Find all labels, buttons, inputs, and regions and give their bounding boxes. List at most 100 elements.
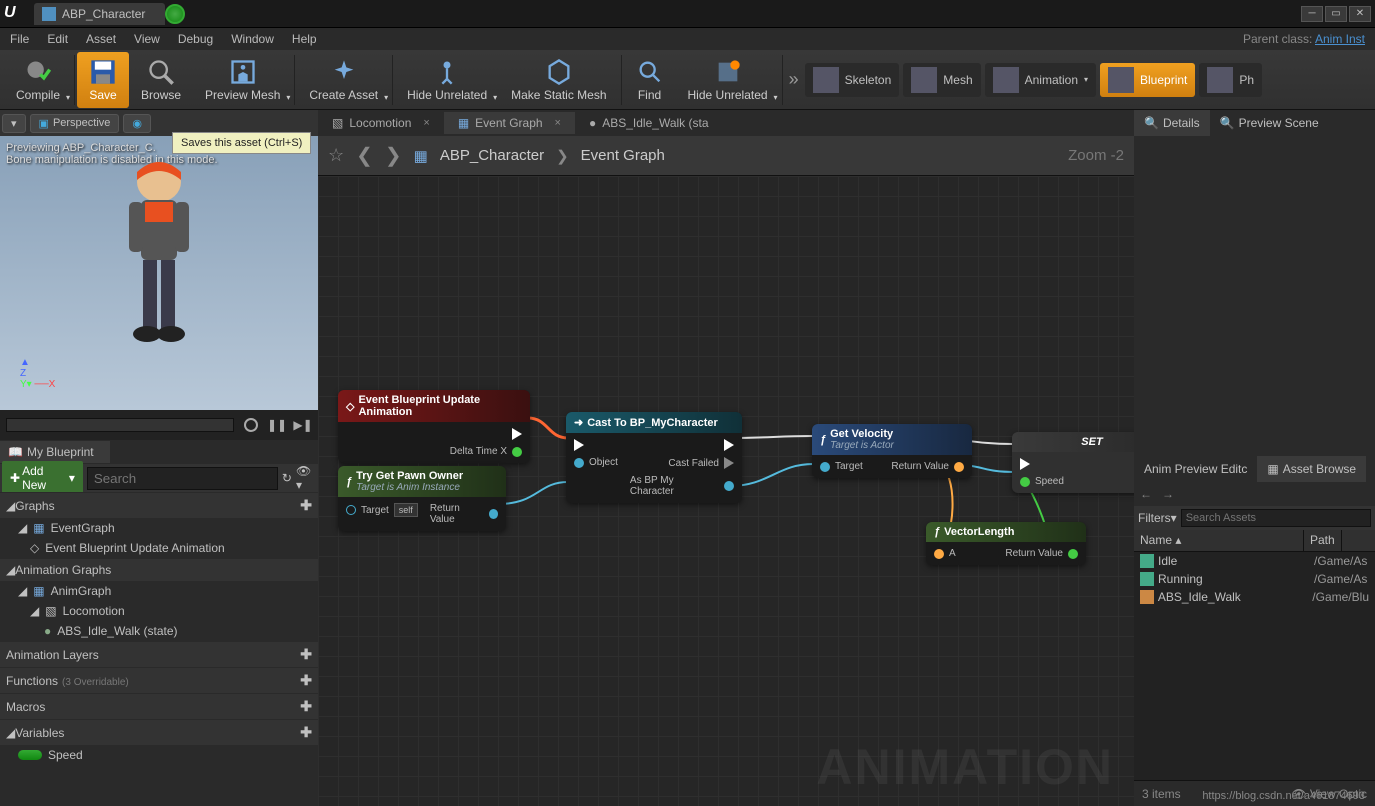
- browser-list[interactable]: Idle/Game/As Running/Game/As ABS_Idle_Wa…: [1134, 552, 1375, 780]
- menu-debug[interactable]: Debug: [178, 32, 213, 46]
- mode-blueprint[interactable]: Blueprint: [1100, 63, 1195, 97]
- preview-mesh-button[interactable]: Preview Mesh▾: [193, 52, 292, 108]
- cast-failed-pin[interactable]: Cast Failed: [668, 457, 734, 469]
- compile-button[interactable]: Compile▾: [4, 52, 72, 108]
- speed-in-pin[interactable]: Speed: [1020, 476, 1064, 487]
- perspective-button[interactable]: ▣Perspective: [30, 114, 120, 133]
- tree-abs-idle-walk[interactable]: ●ABS_Idle_Walk (state): [0, 621, 318, 641]
- add-graph-icon[interactable]: ✚: [300, 497, 312, 514]
- tree-locomotion[interactable]: ◢▧Locomotion: [0, 601, 318, 621]
- graphs-category[interactable]: ◢Graphs✚: [0, 493, 318, 518]
- col-name[interactable]: Name ▴: [1134, 530, 1304, 551]
- anim-graphs-category[interactable]: ◢Animation Graphs: [0, 559, 318, 581]
- timeline-track[interactable]: [6, 418, 234, 432]
- return-pin[interactable]: Return Value: [891, 461, 964, 472]
- search-clear-icon[interactable]: ↻: [282, 471, 292, 485]
- menu-help[interactable]: Help: [292, 32, 317, 46]
- tab-event-graph[interactable]: ▦Event Graph×: [444, 112, 575, 134]
- menu-file[interactable]: File: [10, 32, 29, 46]
- save-button[interactable]: Save: [77, 52, 129, 108]
- exec-out-pin[interactable]: [724, 439, 734, 451]
- functions-category[interactable]: Functions(3 Overridable)✚: [0, 668, 318, 693]
- add-function-icon[interactable]: ✚: [300, 672, 312, 689]
- my-blueprint-tree[interactable]: ◢Graphs✚ ◢▦EventGraph ◇Event Blueprint U…: [0, 492, 318, 806]
- my-blueprint-tab[interactable]: 📖 My Blueprint: [0, 441, 110, 463]
- tab-preview-scene[interactable]: 🔍 Preview Scene: [1210, 110, 1329, 136]
- a-pin[interactable]: A: [934, 548, 956, 559]
- nav-fwd-icon[interactable]: ❯: [385, 143, 402, 168]
- close-button[interactable]: ✕: [1349, 6, 1371, 22]
- source-control-icon[interactable]: [165, 4, 185, 24]
- overflow-icon[interactable]: »: [789, 69, 799, 90]
- object-pin[interactable]: Object: [574, 457, 618, 468]
- record-button[interactable]: [242, 416, 260, 434]
- eye-icon[interactable]: 👁▾: [296, 464, 316, 492]
- node-vector-length[interactable]: ƒ VectorLength A Return Value: [926, 522, 1086, 565]
- hide-unrelated-button-2[interactable]: Hide Unrelated▾: [676, 52, 780, 108]
- node-get-velocity[interactable]: ƒ Get VelocityTarget is Actor Target Ret…: [812, 424, 972, 478]
- mode-skeleton[interactable]: Skeleton: [805, 63, 900, 97]
- exec-in-pin[interactable]: [574, 439, 618, 451]
- return-pin[interactable]: Return Value: [1005, 548, 1078, 559]
- asset-search[interactable]: [1181, 509, 1371, 527]
- menu-window[interactable]: Window: [231, 32, 274, 46]
- exec-out-pin[interactable]: [512, 428, 522, 440]
- add-macro-icon[interactable]: ✚: [300, 698, 312, 715]
- mode-mesh[interactable]: Mesh: [903, 63, 980, 97]
- add-variable-icon[interactable]: ✚: [300, 724, 312, 741]
- asset-row[interactable]: ABS_Idle_Walk/Game/Blu: [1134, 588, 1375, 606]
- make-static-mesh-button[interactable]: Make Static Mesh: [499, 52, 618, 108]
- tab-details[interactable]: 🔍 Details: [1134, 110, 1210, 136]
- menu-view[interactable]: View: [134, 32, 160, 46]
- browse-button[interactable]: Browse: [129, 52, 193, 108]
- my-blueprint-search[interactable]: [87, 467, 278, 490]
- target-pin[interactable]: Target: [820, 461, 863, 472]
- menu-asset[interactable]: Asset: [86, 32, 116, 46]
- menu-edit[interactable]: Edit: [47, 32, 68, 46]
- breadcrumb-graph[interactable]: Event Graph: [581, 147, 665, 164]
- node-get-pawn-owner[interactable]: ƒ Try Get Pawn OwnerTarget is Anim Insta…: [338, 466, 506, 531]
- nav-back-icon[interactable]: ←: [1140, 487, 1152, 501]
- add-layer-icon[interactable]: ✚: [300, 646, 312, 663]
- tree-event-graph[interactable]: ◢▦EventGraph: [0, 518, 318, 538]
- pause-button[interactable]: ❚❚: [268, 416, 286, 434]
- as-character-pin[interactable]: As BP My Character: [630, 475, 734, 497]
- node-event-bp-update[interactable]: ◇ Event Blueprint Update Animation Delta…: [338, 390, 530, 463]
- col-path[interactable]: Path: [1304, 530, 1342, 551]
- favorite-icon[interactable]: ☆: [328, 145, 344, 166]
- target-pin[interactable]: Targetself: [346, 503, 418, 517]
- maximize-button[interactable]: ▭: [1325, 6, 1347, 22]
- nav-fwd-icon[interactable]: →: [1162, 487, 1174, 501]
- node-set-speed[interactable]: SET Speed: [1012, 432, 1134, 493]
- delta-time-pin[interactable]: Delta Time X: [450, 446, 522, 457]
- preview-viewport[interactable]: Previewing ABP_Character_C. Bone manipul…: [0, 136, 318, 410]
- tab-anim-preview[interactable]: Anim Preview Editc: [1134, 456, 1257, 482]
- parent-class-link[interactable]: Anim Inst: [1315, 32, 1365, 46]
- add-new-button[interactable]: ✚ Add New ▾: [2, 461, 83, 495]
- tab-abs-idle[interactable]: ●ABS_Idle_Walk (sta: [575, 112, 723, 134]
- asset-row[interactable]: Idle/Game/As: [1134, 552, 1375, 570]
- mode-animation[interactable]: Animation▾: [985, 63, 1096, 97]
- view-mode-button[interactable]: ◉: [123, 114, 151, 133]
- find-button[interactable]: Find: [624, 52, 676, 108]
- anim-layers-category[interactable]: Animation Layers✚: [0, 642, 318, 667]
- exec-in-pin[interactable]: [1020, 458, 1064, 470]
- variables-category[interactable]: ◢Variables✚: [0, 720, 318, 745]
- viewport-menu-button[interactable]: ▾: [2, 114, 26, 133]
- tree-var-speed[interactable]: Speed: [0, 745, 318, 765]
- create-asset-button[interactable]: Create Asset▾: [297, 52, 390, 108]
- tab-asset-browser[interactable]: ▦ Asset Browse: [1257, 456, 1366, 482]
- mode-physics[interactable]: Ph: [1199, 63, 1262, 97]
- return-pin[interactable]: Return Value: [430, 503, 498, 525]
- nav-back-icon[interactable]: ❮: [356, 143, 373, 168]
- tree-anim-graph[interactable]: ◢▦AnimGraph: [0, 581, 318, 601]
- macros-category[interactable]: Macros✚: [0, 694, 318, 719]
- step-button[interactable]: ▶❚: [294, 416, 312, 434]
- tab-locomotion[interactable]: ▧Locomotion×: [318, 112, 444, 134]
- window-tab[interactable]: ABP_Character: [34, 3, 165, 25]
- asset-row[interactable]: Running/Game/As: [1134, 570, 1375, 588]
- tree-event-bp-update[interactable]: ◇Event Blueprint Update Animation: [0, 538, 318, 558]
- node-cast-to[interactable]: ➜ Cast To BP_MyCharacter Object Cast Fai…: [566, 412, 742, 503]
- filters-button[interactable]: Filters▾: [1138, 511, 1177, 525]
- event-graph-canvas[interactable]: ◇ Event Blueprint Update Animation Delta…: [318, 176, 1134, 806]
